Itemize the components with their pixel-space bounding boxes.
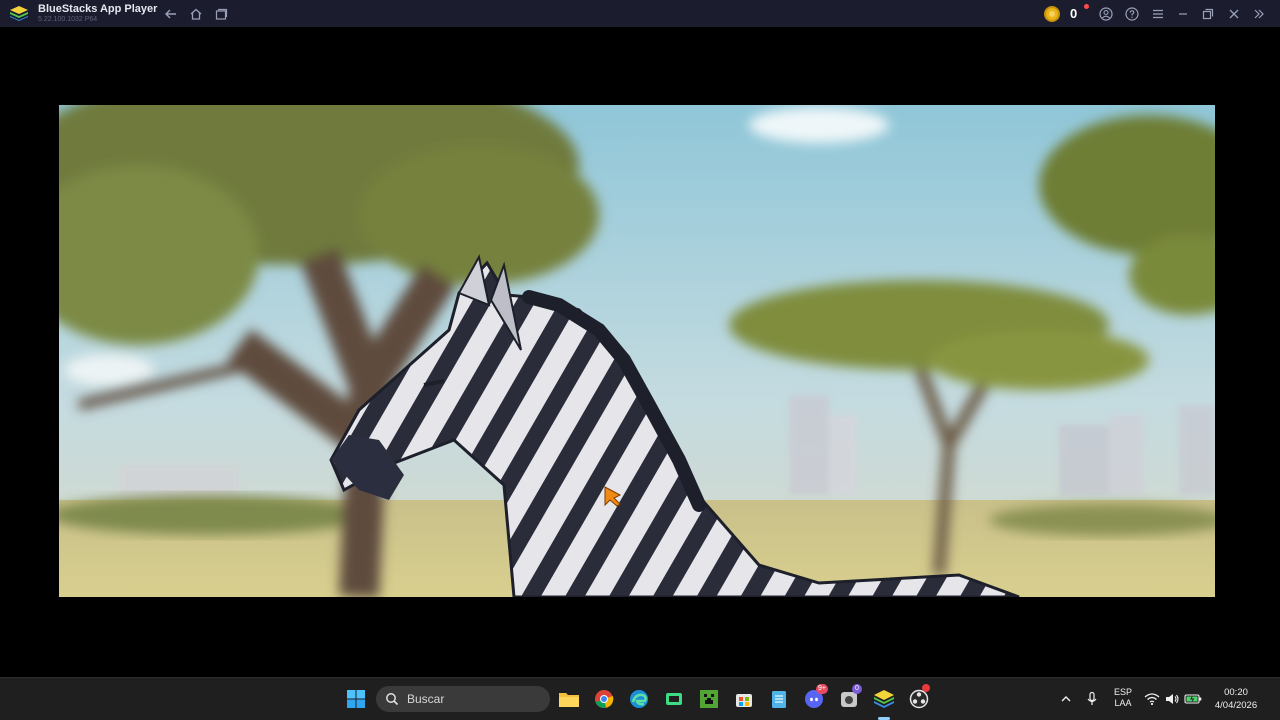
- multi-instance-icon[interactable]: [212, 5, 230, 23]
- show-hidden-icons-icon[interactable]: [1055, 687, 1077, 711]
- coin-icon: [1044, 5, 1060, 22]
- bluestacks-logo-icon: [10, 6, 28, 21]
- language-indicator[interactable]: ESP LAA: [1110, 687, 1136, 709]
- chrome-icon[interactable]: [592, 687, 616, 711]
- restore-icon[interactable]: [1199, 5, 1217, 23]
- search-placeholder: Buscar: [407, 692, 445, 706]
- notepad-icon[interactable]: [767, 687, 791, 711]
- emulator-screen[interactable]: [0, 27, 1280, 677]
- home-icon[interactable]: [187, 5, 205, 23]
- app-version: 5.22.100.1032 P64: [38, 16, 98, 23]
- discord-icon[interactable]: 9+: [802, 684, 828, 711]
- windows-taskbar: Buscar 9+ 0 ESP LAA 00:20 4/04/2026: [0, 677, 1280, 720]
- language-line2: LAA: [1114, 698, 1132, 708]
- collapse-sidebar-icon[interactable]: [1250, 5, 1268, 23]
- microphone-icon[interactable]: [1081, 687, 1103, 711]
- windows-start-icon[interactable]: [344, 687, 368, 711]
- discord-badge: 9+: [816, 684, 828, 694]
- steam-badge: 0: [852, 684, 862, 694]
- edge-icon[interactable]: [627, 687, 651, 711]
- zebra-savanna-scene: [59, 105, 1215, 597]
- coin-counter[interactable]: 0: [1044, 4, 1089, 23]
- obs-icon[interactable]: [907, 684, 931, 711]
- help-icon[interactable]: [1123, 5, 1141, 23]
- video-frame[interactable]: [59, 105, 1215, 597]
- bluestacks-icon[interactable]: [872, 687, 896, 711]
- language-line1: ESP: [1113, 687, 1132, 697]
- account-icon[interactable]: [1097, 5, 1115, 23]
- minimize-icon[interactable]: [1174, 5, 1192, 23]
- steam-icon[interactable]: 0: [837, 684, 862, 711]
- clock-date: 4/04/2026: [1214, 700, 1258, 711]
- volume-icon[interactable]: [1162, 687, 1182, 711]
- microsoft-store-icon[interactable]: [732, 687, 756, 711]
- close-icon[interactable]: [1225, 5, 1243, 23]
- minecraft-icon[interactable]: [697, 687, 721, 711]
- search-icon: [386, 693, 399, 706]
- back-icon[interactable]: [162, 5, 180, 23]
- clock-time: 00:20: [1224, 687, 1248, 698]
- wifi-icon[interactable]: [1142, 687, 1162, 711]
- coin-count: 0: [1070, 6, 1078, 21]
- menu-icon[interactable]: [1149, 5, 1167, 23]
- recording-dot: [922, 684, 930, 692]
- clock[interactable]: 00:20 4/04/2026: [1206, 686, 1266, 712]
- taskbar-search-input[interactable]: Buscar: [376, 686, 550, 712]
- bluestacks-titlebar: BlueStacks App Player 5.22.100.1032 P64 …: [0, 0, 1280, 27]
- file-explorer-icon[interactable]: [557, 687, 581, 711]
- battery-charging-icon[interactable]: [1182, 687, 1204, 711]
- notification-dot: [1084, 4, 1089, 9]
- app-title: BlueStacks App Player: [38, 3, 158, 15]
- android-studio-icon[interactable]: [662, 687, 686, 711]
